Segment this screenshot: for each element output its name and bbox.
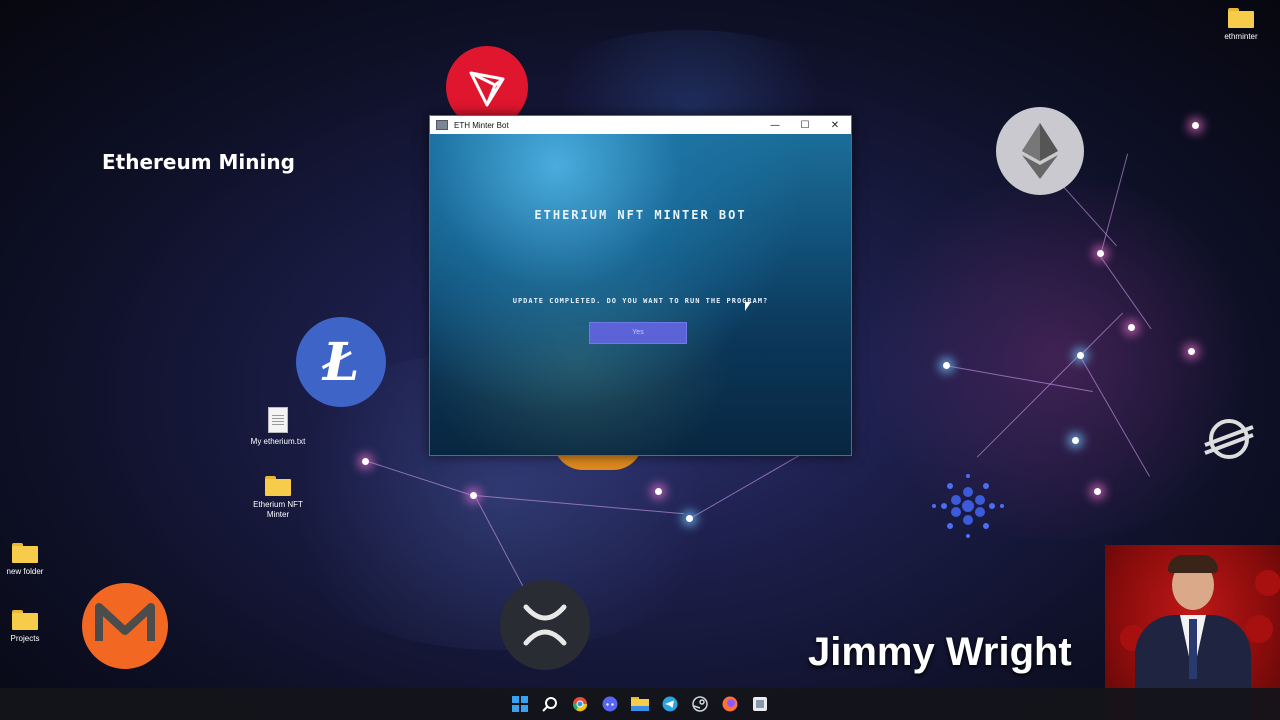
desktop-icon-new-folder[interactable]: new folder bbox=[0, 543, 55, 577]
xrp-coin-logo bbox=[500, 580, 590, 670]
desktop-icon-etherium-nft-minter[interactable]: Etherium NFT Minter bbox=[248, 476, 308, 520]
discord-icon[interactable] bbox=[598, 692, 622, 716]
desktop-icon-label: new folder bbox=[6, 567, 44, 576]
ethereum-coin-logo bbox=[996, 107, 1084, 195]
update-message: UPDATE COMPLETED. DO YOU WANT TO RUN THE… bbox=[512, 297, 769, 305]
window-content: ETHERIUM NFT MINTER BOT UPDATE COMPLETED… bbox=[430, 134, 851, 455]
desktop-icon-label: Projects bbox=[10, 634, 40, 643]
text-file-icon bbox=[268, 407, 288, 433]
mouse-cursor-icon bbox=[745, 302, 751, 311]
taskbar bbox=[0, 688, 1280, 720]
app-heading: ETHERIUM NFT MINTER BOT bbox=[534, 208, 747, 222]
chrome-icon[interactable] bbox=[568, 692, 592, 716]
desktop-icon-my-etherium-txt[interactable]: My etherium.txt bbox=[248, 407, 308, 447]
video-overlay-title: Ethereum Mining bbox=[102, 150, 295, 174]
maximize-button[interactable]: ☐ bbox=[790, 116, 820, 134]
cardano-coin-logo bbox=[926, 464, 1010, 548]
desktop-icon-ethminter[interactable]: ethminter bbox=[1211, 8, 1271, 42]
folder-icon bbox=[12, 610, 38, 630]
desktop-icon-projects[interactable]: Projects bbox=[0, 610, 55, 644]
stellar-coin-logo bbox=[1200, 410, 1258, 468]
presenter-name: Jimmy Wright bbox=[808, 630, 1072, 674]
folder-icon bbox=[12, 543, 38, 563]
window-title: ETH Minter Bot bbox=[454, 120, 509, 130]
desktop-icon-label: My etherium.txt bbox=[250, 437, 306, 446]
litecoin-coin-logo: Ł bbox=[296, 317, 386, 407]
eth-minter-bot-window: ETH Minter Bot — ☐ ✕ ETHERIUM NFT MINTER… bbox=[429, 115, 852, 456]
close-button[interactable]: ✕ bbox=[820, 116, 850, 134]
search-icon[interactable] bbox=[538, 692, 562, 716]
monero-coin-logo bbox=[82, 583, 168, 669]
steam-icon[interactable] bbox=[688, 692, 712, 716]
minimize-button[interactable]: — bbox=[760, 116, 790, 134]
file-explorer-icon[interactable] bbox=[628, 692, 652, 716]
folder-icon bbox=[1228, 8, 1254, 28]
telegram-icon[interactable] bbox=[658, 692, 682, 716]
windows-start-icon[interactable] bbox=[508, 692, 532, 716]
app-icon[interactable] bbox=[748, 692, 772, 716]
firefox-icon[interactable] bbox=[718, 692, 742, 716]
desktop-icon-label: Etherium NFT Minter bbox=[253, 500, 303, 519]
window-titlebar[interactable]: ETH Minter Bot — ☐ ✕ bbox=[430, 116, 851, 134]
app-window-icon bbox=[436, 120, 448, 130]
folder-icon bbox=[265, 476, 291, 496]
desktop-icon-label: ethminter bbox=[1224, 32, 1258, 41]
yes-button[interactable]: Yes bbox=[589, 322, 687, 344]
